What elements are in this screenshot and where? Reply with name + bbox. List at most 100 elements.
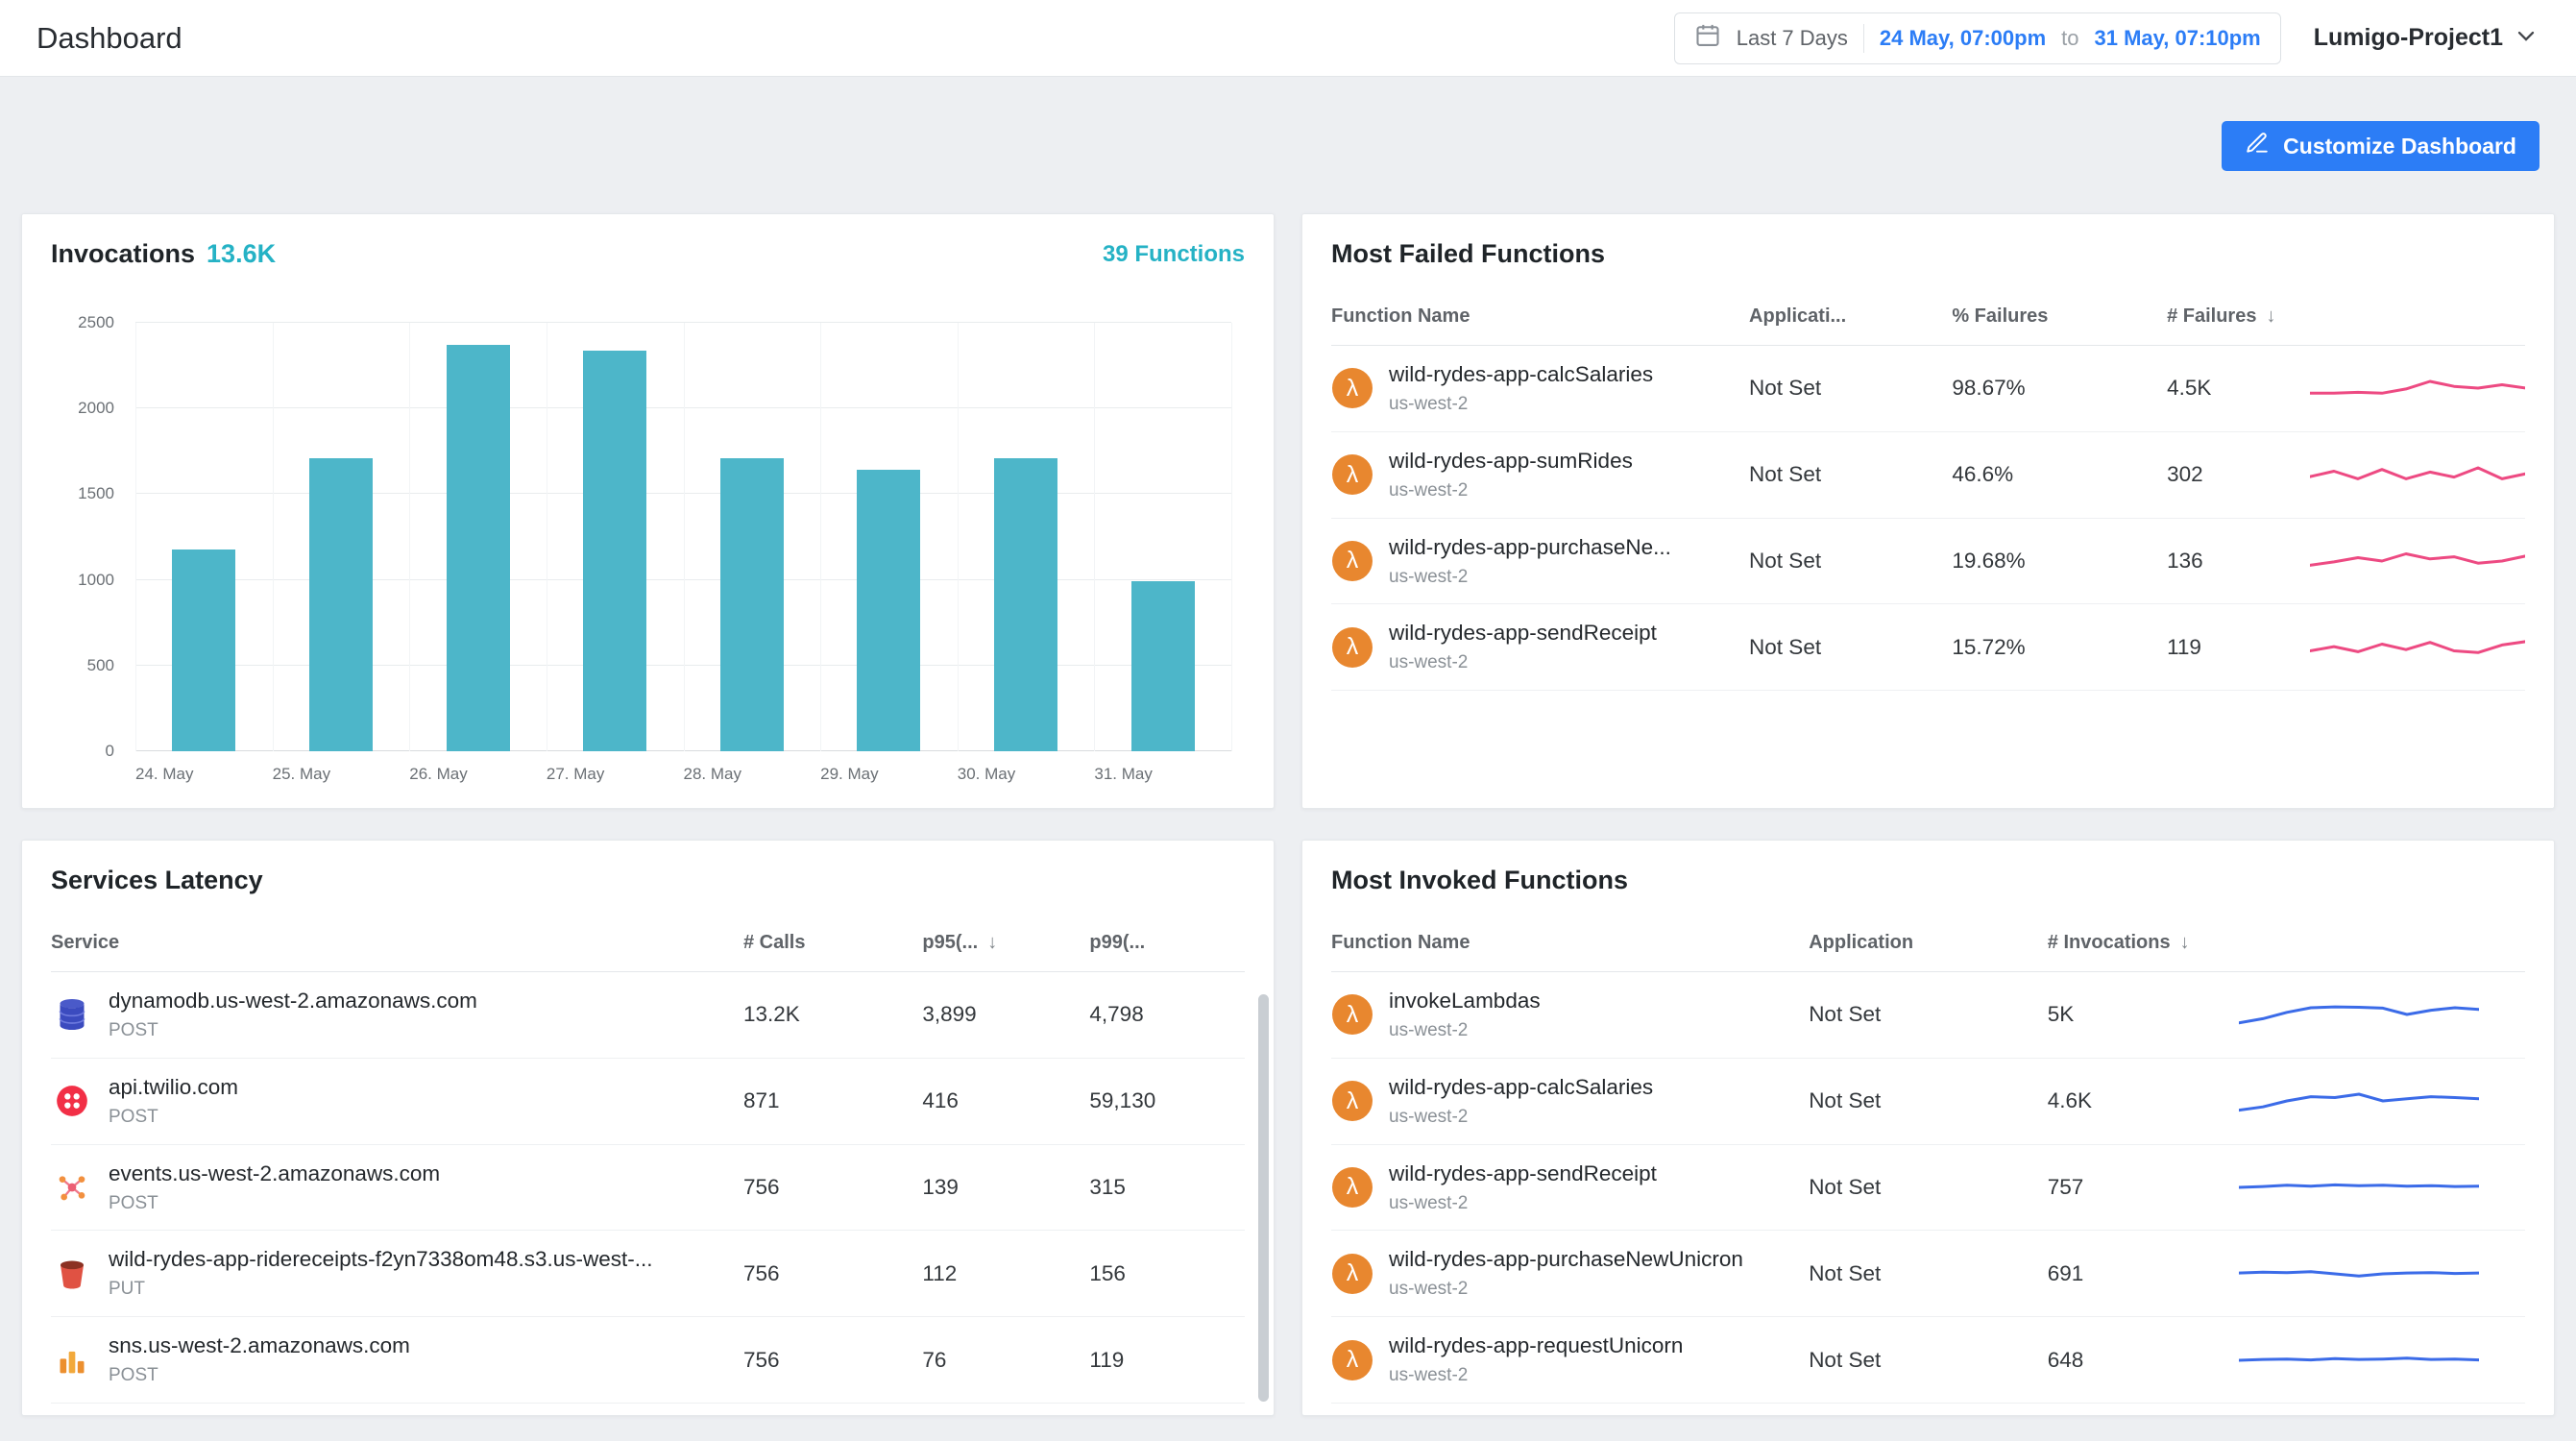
invocations-cell: 691 <box>2048 1231 2239 1317</box>
project-name: Lumigo-Project1 <box>2314 24 2503 52</box>
invocations-cell: 648 <box>2048 1317 2239 1404</box>
entity-name[interactable]: wild-rydes-app-ridereceipts-f2yn7338om48… <box>109 1246 653 1272</box>
column-header-function-name[interactable]: Function Name <box>1331 918 1809 972</box>
num-failures-cell: 302 <box>2167 431 2310 518</box>
vertical-scrollbar[interactable] <box>1258 994 1269 1402</box>
invocations-bar[interactable] <box>172 550 235 752</box>
chevron-down-icon <box>2513 22 2540 54</box>
trend-sparkline <box>2239 1166 2479 1209</box>
service-row[interactable]: wild-rydes-app-ridereceipts-f2yn7338om48… <box>51 1231 1245 1317</box>
customize-dashboard-button[interactable]: Customize Dashboard <box>2222 121 2540 171</box>
column-header-service[interactable]: Service <box>51 918 743 972</box>
invocations-bar-chart: 0500100015002000250024. May25. May26. Ma… <box>135 323 1231 751</box>
service-row[interactable]: dynamodb.us-west-2.amazonaws.comPOST13.2… <box>51 972 1245 1059</box>
widgets-grid: Invocations13.6K 39 Functions 0500100015… <box>21 213 2555 1416</box>
sort-descending-icon[interactable]: ↓ <box>987 932 997 953</box>
failed-function-row[interactable]: λwild-rydes-app-purchaseNe...us-west-2No… <box>1331 518 2525 604</box>
entity-name[interactable]: wild-rydes-app-requestUnicorn <box>1389 1332 1683 1358</box>
column-header-p95[interactable]: p95(...↓ <box>922 918 1089 972</box>
x-tick-label: 30. May <box>958 751 1015 784</box>
lambda-icon: λ <box>1331 1253 1373 1295</box>
calls-cell: 756 <box>743 1317 922 1404</box>
invoked-function-row[interactable]: λinvokeLambdasus-west-2Not Set5K <box>1331 972 2525 1059</box>
column-header-spark[interactable] <box>2239 918 2525 972</box>
entity-name[interactable]: api.twilio.com <box>109 1074 238 1100</box>
customize-dashboard-label: Customize Dashboard <box>2283 134 2516 159</box>
entity-name[interactable]: wild-rydes-app-purchaseNe... <box>1389 534 1671 560</box>
entity-name[interactable]: events.us-west-2.amazonaws.com <box>109 1160 440 1186</box>
column-header-function-name[interactable]: Function Name <box>1331 292 1749 346</box>
invoked-function-row[interactable]: λwild-rydes-app-calcSalariesus-west-2Not… <box>1331 1058 2525 1144</box>
invoked-function-row[interactable]: λwild-rydes-app-requestUnicornus-west-2N… <box>1331 1317 2525 1404</box>
trend-sparkline <box>2239 1253 2479 1295</box>
column-label: Function Name <box>1331 932 1470 953</box>
y-tick-label: 2000 <box>51 399 114 418</box>
pencil-icon <box>2245 131 2270 161</box>
service-row[interactable]: events.us-west-2.amazonaws.comPOST756139… <box>51 1144 1245 1231</box>
lambda-icon: λ <box>1331 367 1373 409</box>
p99-cell: 156 <box>1089 1231 1245 1317</box>
column-header-spark[interactable] <box>2310 292 2525 346</box>
invocations-bar[interactable] <box>994 458 1057 751</box>
x-tick-label: 24. May <box>135 751 193 784</box>
date-range-picker[interactable]: Last 7 Days 24 May, 07:00pm to 31 May, 0… <box>1674 12 2281 64</box>
entity-name[interactable]: wild-rydes-app-sendReceipt <box>1389 620 1657 646</box>
invoked-function-row[interactable]: λwild-rydes-app-purchaseNewUnicronus-wes… <box>1331 1231 2525 1317</box>
entity-sublabel: us-west-2 <box>1389 1020 1541 1042</box>
invocations-bar[interactable] <box>447 345 510 751</box>
project-selector[interactable]: Lumigo-Project1 <box>2314 22 2540 54</box>
invocations-bar[interactable] <box>857 470 920 751</box>
sort-descending-icon[interactable]: ↓ <box>2180 932 2190 953</box>
entity-name[interactable]: wild-rydes-app-calcSalaries <box>1389 1074 1653 1100</box>
column-header-invocations[interactable]: # Invocations↓ <box>2048 918 2239 972</box>
entity-sublabel: us-west-2 <box>1389 567 1671 589</box>
column-header-failures[interactable]: % Failures <box>1952 292 2167 346</box>
y-tick-label: 1500 <box>51 484 114 503</box>
column-header-application[interactable]: Application <box>1809 918 2048 972</box>
functions-count-link[interactable]: 39 Functions <box>1103 241 1245 268</box>
invoked-function-row[interactable]: λwild-rydes-app-sendReceiptus-west-2Not … <box>1331 1144 2525 1231</box>
entity-name[interactable]: wild-rydes-app-purchaseNewUnicron <box>1389 1246 1743 1272</box>
trend-sparkline <box>2310 367 2525 409</box>
most-invoked-table: Function Name Application# Invocations↓ λ i… <box>1331 918 2525 1404</box>
sort-descending-icon[interactable]: ↓ <box>2266 305 2275 327</box>
column-header-p99[interactable]: p99(... <box>1089 918 1245 972</box>
column-label: # Calls <box>743 932 805 953</box>
entity-name[interactable]: invokeLambdas <box>1389 988 1541 1014</box>
failed-function-row[interactable]: λwild-rydes-app-sendReceiptus-west-2Not … <box>1331 604 2525 691</box>
service-row[interactable]: sns.us-west-2.amazonaws.comPOST75676119 <box>51 1317 1245 1404</box>
y-tick-label: 2500 <box>51 313 114 332</box>
column-header-applicati[interactable]: Applicati... <box>1749 292 1952 346</box>
x-tick-label: 28. May <box>684 751 741 784</box>
x-tick-label: 25. May <box>273 751 330 784</box>
p95-cell: 112 <box>922 1231 1089 1317</box>
invocations-cell: 4.6K <box>2048 1058 2239 1144</box>
invocations-bar[interactable] <box>309 458 373 751</box>
entity-sublabel: us-west-2 <box>1389 1193 1657 1215</box>
invocations-bar[interactable] <box>1131 581 1195 751</box>
application-cell: Not Set <box>1749 431 1952 518</box>
entity-sublabel: us-west-2 <box>1389 1107 1653 1129</box>
v-gridline <box>135 323 136 751</box>
services-latency-panel-title: Services Latency <box>51 866 1245 895</box>
column-header-calls[interactable]: # Calls <box>743 918 922 972</box>
sns-icon <box>51 1339 93 1381</box>
service-row[interactable]: api.twilio.comPOST87141659,130 <box>51 1058 1245 1144</box>
v-gridline <box>1094 323 1095 751</box>
entity-name[interactable]: wild-rydes-app-sendReceipt <box>1389 1160 1657 1186</box>
entity-name[interactable]: sns.us-west-2.amazonaws.com <box>109 1332 410 1358</box>
column-header-failures[interactable]: # Failures↓ <box>2167 292 2310 346</box>
entity-name[interactable]: wild-rydes-app-sumRides <box>1389 448 1633 474</box>
calls-cell: 756 <box>743 1144 922 1231</box>
invocations-bar[interactable] <box>583 351 646 751</box>
entity-name[interactable]: dynamodb.us-west-2.amazonaws.com <box>109 988 477 1014</box>
invocations-bar[interactable] <box>720 458 784 751</box>
entity-name[interactable]: wild-rydes-app-calcSalaries <box>1389 361 1653 387</box>
failed-function-row[interactable]: λwild-rydes-app-sumRidesus-west-2Not Set… <box>1331 431 2525 518</box>
entity-sublabel: POST <box>109 1020 477 1042</box>
num-failures-cell: 136 <box>2167 518 2310 604</box>
failed-function-row[interactable]: λwild-rydes-app-calcSalariesus-west-2Not… <box>1331 346 2525 432</box>
date-range-divider <box>1863 24 1864 53</box>
most-invoked-functions-panel: Most Invoked Functions Function NameAppl… <box>1301 840 2555 1416</box>
y-tick-label: 500 <box>51 656 114 675</box>
